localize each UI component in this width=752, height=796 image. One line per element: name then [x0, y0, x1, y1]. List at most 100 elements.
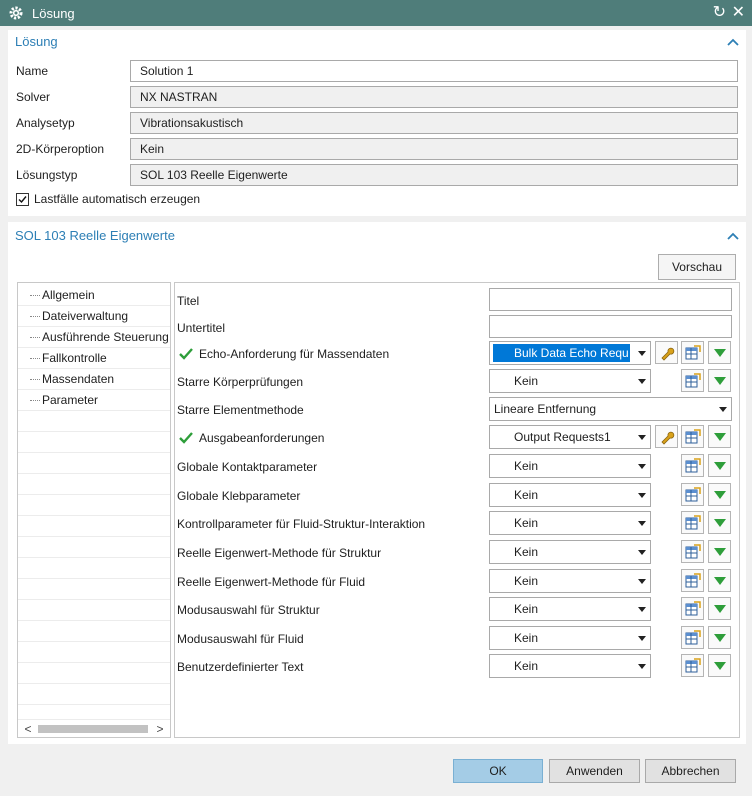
table-edit-icon[interactable]	[681, 369, 704, 392]
auto-loadcases-checkbox[interactable]: Lastfälle automatisch erzeugen	[16, 192, 200, 206]
preview-button[interactable]: Vorschau	[658, 254, 736, 280]
table-edit-icon[interactable]	[681, 597, 704, 620]
param-text-input[interactable]	[489, 288, 732, 311]
green-dropdown-icon[interactable]	[708, 341, 731, 364]
param-label: Benutzerdefinierter Text	[177, 660, 304, 674]
name-row: Name Solution 1	[8, 60, 746, 82]
name-input[interactable]: Solution 1	[130, 60, 738, 82]
collapse-caret-icon[interactable]	[726, 30, 740, 54]
param-row: Kontrollparameter für Fluid-Struktur-Int…	[175, 509, 739, 538]
param-row: Untertitel	[175, 313, 739, 342]
tree-empty-row	[18, 453, 170, 474]
tree-item-bulk-data[interactable]: Massendaten	[18, 369, 170, 390]
green-dropdown-icon[interactable]	[708, 425, 731, 448]
green-dropdown-icon[interactable]	[708, 597, 731, 620]
green-dropdown-icon[interactable]	[708, 654, 731, 677]
chevron-down-icon	[638, 579, 646, 584]
parameter-grid: Titel Untertitel Echo-Anforderung für Mass…	[174, 282, 740, 738]
param-dropdown[interactable]: Output Requests1	[489, 425, 651, 449]
green-dropdown-icon[interactable]	[708, 540, 731, 563]
param-label-text: Starre Körperprüfungen	[177, 375, 304, 389]
param-dropdown[interactable]: Kein	[489, 654, 651, 678]
chevron-down-icon	[638, 464, 646, 469]
tree-empty-row	[18, 495, 170, 516]
table-edit-icon[interactable]	[681, 483, 704, 506]
param-dropdown[interactable]: Lineare Entfernung	[489, 397, 732, 421]
tree-item-file-management[interactable]: Dateiverwaltung	[18, 306, 170, 327]
checkbox-box[interactable]	[16, 192, 29, 206]
solver-value: NX NASTRAN	[130, 86, 738, 108]
table-edit-icon[interactable]	[681, 626, 704, 649]
chevron-down-icon	[719, 407, 727, 412]
param-label: Reelle Eigenwert-Methode für Fluid	[177, 575, 365, 589]
param-label: Kontrollparameter für Fluid-Struktur-Int…	[177, 517, 425, 531]
chevron-down-icon	[638, 435, 646, 440]
table-edit-icon[interactable]	[681, 654, 704, 677]
param-label-text: Benutzerdefinierter Text	[177, 660, 304, 674]
tree-item-executive-control[interactable]: Ausführende Steuerung	[18, 327, 170, 348]
table-edit-icon[interactable]	[681, 569, 704, 592]
sol103-section-header[interactable]: SOL 103 Reelle Eigenwerte	[8, 224, 746, 248]
table-edit-icon[interactable]	[681, 454, 704, 477]
close-icon[interactable]: ✕	[732, 3, 745, 23]
chevron-down-icon	[638, 607, 646, 612]
green-dropdown-icon[interactable]	[708, 369, 731, 392]
param-text-input[interactable]	[489, 315, 732, 338]
dropdown-value: Kein	[514, 459, 539, 473]
refresh-icon[interactable]: ↻	[713, 3, 726, 23]
solution-type-row: Lösungstyp SOL 103 Reelle Eigenwerte	[8, 164, 746, 186]
green-dropdown-icon[interactable]	[708, 569, 731, 592]
sol103-section-title: SOL 103 Reelle Eigenwerte	[15, 228, 175, 243]
green-dropdown-icon[interactable]	[708, 511, 731, 534]
ok-button[interactable]: OK	[453, 759, 543, 783]
param-label: Reelle Eigenwert-Methode für Struktur	[177, 546, 381, 560]
green-dropdown-icon[interactable]	[708, 454, 731, 477]
table-edit-icon[interactable]	[681, 540, 704, 563]
param-label-text: Reelle Eigenwert-Methode für Struktur	[177, 546, 382, 560]
param-dropdown[interactable]: Kein	[489, 454, 651, 478]
param-row: Reelle Eigenwert-Methode für Struktur Kei…	[175, 538, 739, 567]
scroll-right-button[interactable]: >	[153, 721, 167, 737]
chevron-down-icon	[638, 636, 646, 641]
solution-type-value: SOL 103 Reelle Eigenwerte	[130, 164, 738, 186]
2d-body-option-value: Kein	[130, 138, 738, 160]
scroll-left-button[interactable]: <	[21, 721, 35, 737]
param-label-text: Ausgabeanforderungen	[199, 431, 325, 445]
param-row: Modusauswahl für Struktur Kein	[175, 595, 739, 624]
green-dropdown-icon[interactable]	[708, 483, 731, 506]
param-label: Globale Kontaktparameter	[177, 460, 317, 474]
param-dropdown[interactable]: Kein	[489, 540, 651, 564]
tree-item-case-control[interactable]: Fallkontrolle	[18, 348, 170, 369]
param-label: Ausgabeanforderungen	[177, 431, 324, 445]
apply-button[interactable]: Anwenden	[549, 759, 640, 783]
scroll-thumb[interactable]	[38, 725, 148, 733]
solution-section: Lösung Name Solution 1 Solver NX NASTRAN…	[8, 30, 746, 216]
param-row: Reelle Eigenwert-Methode für Fluid Kein	[175, 567, 739, 596]
tree-horizontal-scrollbar[interactable]: < >	[18, 719, 170, 737]
param-dropdown[interactable]: Kein	[489, 569, 651, 593]
param-dropdown[interactable]: Kein	[489, 483, 651, 507]
param-label-text: Globale Kontaktparameter	[177, 460, 318, 474]
tree-item-parameters[interactable]: Parameter	[18, 390, 170, 411]
param-dropdown[interactable]: Kein	[489, 626, 651, 650]
wrench-icon[interactable]	[655, 425, 678, 448]
chevron-down-icon	[638, 379, 646, 384]
param-label: Modusauswahl für Struktur	[177, 603, 320, 617]
table-edit-icon[interactable]	[681, 511, 704, 534]
param-dropdown[interactable]: Kein	[489, 369, 651, 393]
tree-item-general[interactable]: Allgemein	[18, 285, 170, 306]
table-edit-icon[interactable]	[681, 341, 704, 364]
green-dropdown-icon[interactable]	[708, 626, 731, 649]
chevron-down-icon	[638, 550, 646, 555]
solution-section-header[interactable]: Lösung	[8, 30, 746, 54]
category-tree: Allgemein Dateiverwaltung Ausführende St…	[17, 282, 171, 738]
collapse-caret-icon[interactable]	[726, 224, 740, 248]
tree-empty-row	[18, 432, 170, 453]
dropdown-value: Kein	[514, 659, 539, 673]
param-dropdown[interactable]: Kein	[489, 597, 651, 621]
wrench-icon[interactable]	[655, 341, 678, 364]
table-edit-icon[interactable]	[681, 425, 704, 448]
param-dropdown[interactable]: Kein	[489, 511, 651, 535]
param-dropdown[interactable]: Bulk Data Echo Requ	[489, 341, 651, 365]
cancel-button[interactable]: Abbrechen	[645, 759, 736, 783]
